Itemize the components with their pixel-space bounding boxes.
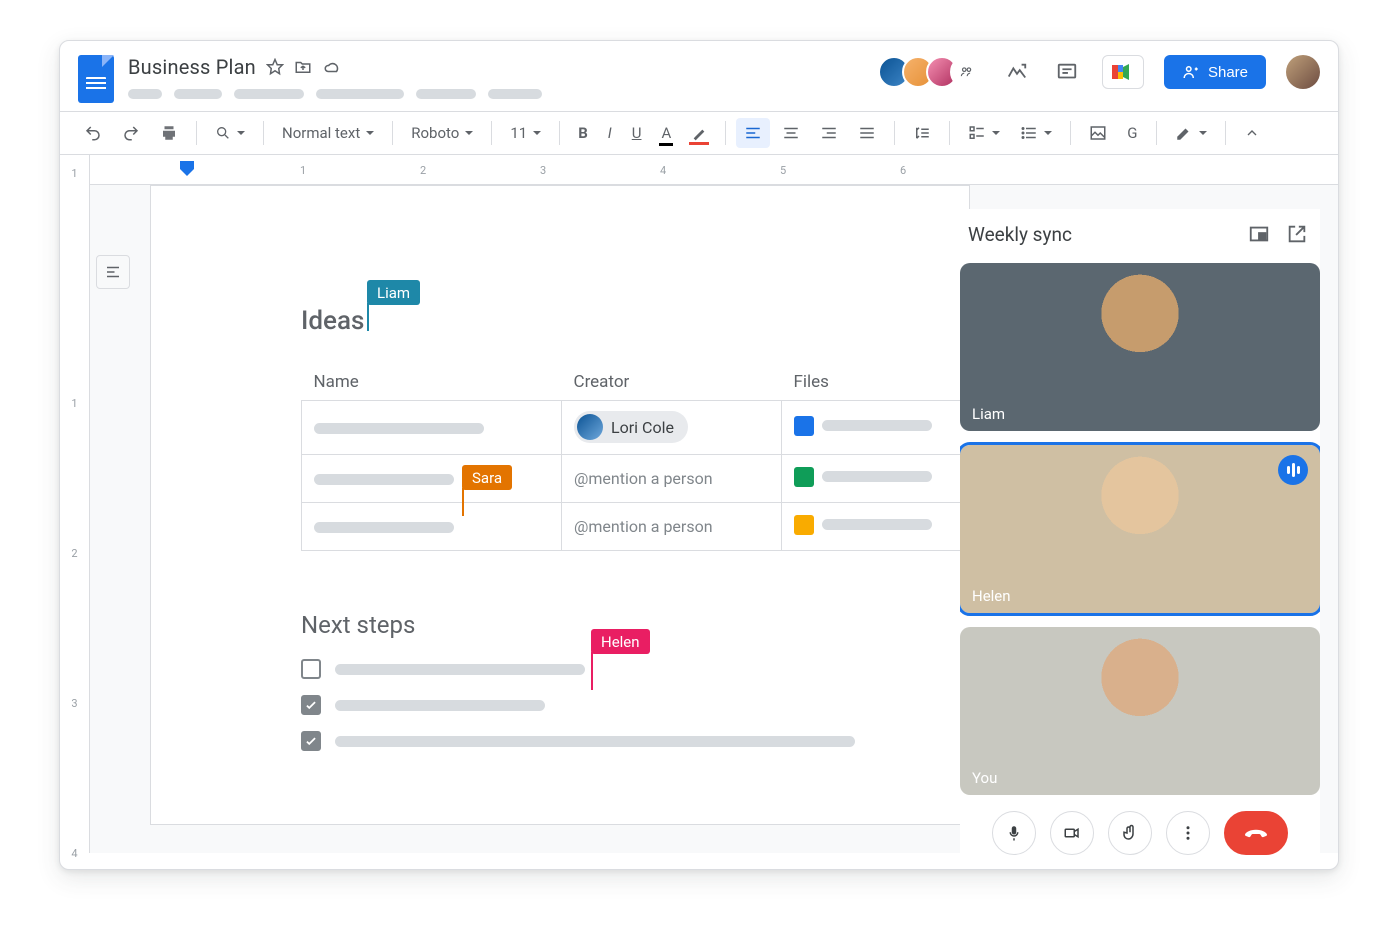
outline-toggle-button[interactable] (96, 255, 130, 289)
bullet-list-button[interactable] (1012, 118, 1060, 148)
highlight-button[interactable] (683, 119, 715, 147)
col-creator: Creator (562, 372, 782, 401)
font-size-dropdown[interactable]: 11 (502, 118, 549, 148)
vertical-ruler: 1 1 2 3 4 (60, 155, 90, 853)
more-options-button[interactable] (1166, 811, 1210, 855)
pip-icon[interactable] (1244, 219, 1274, 249)
video-tile[interactable]: Helen (960, 445, 1320, 613)
print-button[interactable] (152, 118, 186, 148)
text-color-button[interactable]: A (653, 118, 679, 148)
checklist-item[interactable] (301, 695, 909, 715)
checkbox-checked-icon[interactable] (301, 731, 321, 751)
redo-button[interactable] (114, 118, 148, 148)
video-tile[interactable]: You (960, 627, 1320, 795)
file-chip-doc[interactable] (794, 416, 932, 436)
menu-bar[interactable] (128, 89, 542, 99)
meet-icon (1109, 60, 1133, 84)
format-toolbar: Normal text Roboto 11 B I U A G (60, 111, 1338, 155)
col-name: Name (302, 372, 562, 401)
undo-button[interactable] (76, 118, 110, 148)
document-page[interactable]: Liam Ideas Name Creator Files Lori Cole (150, 185, 970, 825)
table-row[interactable]: Lori Cole (302, 401, 981, 455)
editing-mode-dropdown[interactable] (1167, 118, 1215, 148)
camera-button[interactable] (1050, 811, 1094, 855)
tile-label: Liam (972, 405, 1005, 423)
align-justify-button[interactable] (850, 118, 884, 148)
cloud-status-icon[interactable] (322, 58, 342, 76)
checkbox-unchecked-icon[interactable] (301, 659, 321, 679)
cursor-flag-liam: Liam (367, 280, 420, 331)
mention-placeholder[interactable]: @mention a person (562, 455, 782, 503)
insert-link-button[interactable]: G (1119, 118, 1145, 148)
document-title[interactable]: Business Plan (128, 55, 256, 79)
underline-button[interactable]: U (624, 118, 650, 148)
tile-label: You (972, 769, 997, 787)
docs-app-window: Business Plan (59, 40, 1339, 870)
line-spacing-button[interactable] (905, 118, 939, 148)
collapse-toolbar-button[interactable] (1236, 119, 1268, 147)
collaborator-avatars[interactable] (878, 56, 982, 88)
meet-panel: Weekly sync Liam Helen You (960, 209, 1320, 859)
table-row[interactable]: @mention a person (302, 503, 981, 551)
activity-icon[interactable] (1002, 57, 1032, 87)
table-row[interactable]: Sara @mention a person (302, 455, 981, 503)
col-files: Files (782, 372, 981, 401)
horizontal-ruler: 1 2 3 4 5 6 (90, 155, 1338, 185)
italic-button[interactable]: I (600, 118, 620, 148)
meet-title-dropdown[interactable]: Weekly sync (968, 223, 1078, 246)
zoom-dropdown[interactable] (207, 119, 253, 147)
file-chip-sheet[interactable] (794, 467, 932, 487)
share-button[interactable]: Share (1164, 55, 1266, 89)
raise-hand-button[interactable] (1108, 811, 1152, 855)
meet-controls (960, 795, 1320, 859)
meet-dropdown[interactable] (1102, 55, 1144, 89)
insert-image-button[interactable] (1081, 118, 1115, 148)
cursor-flag-helen: Helen (591, 629, 650, 690)
bold-button[interactable]: B (570, 118, 596, 148)
mic-button[interactable] (992, 811, 1036, 855)
align-right-button[interactable] (812, 118, 846, 148)
video-tile[interactable]: Liam (960, 263, 1320, 431)
star-icon[interactable] (266, 58, 284, 76)
mention-placeholder[interactable]: @mention a person (562, 503, 782, 551)
font-dropdown[interactable]: Roboto (403, 118, 481, 148)
file-chip-slide[interactable] (794, 515, 932, 535)
share-icon (1182, 63, 1200, 81)
hangup-button[interactable] (1224, 811, 1288, 855)
title-column: Business Plan (128, 53, 542, 99)
speaking-indicator-icon (1278, 455, 1308, 485)
docs-logo-icon[interactable] (78, 55, 114, 103)
account-avatar[interactable] (1286, 55, 1320, 89)
checklist-button[interactable] (960, 118, 1008, 148)
popout-icon[interactable] (1282, 219, 1312, 249)
collaborator-more-icon[interactable] (950, 56, 982, 88)
tile-label: Helen (972, 587, 1011, 605)
checkbox-checked-icon[interactable] (301, 695, 321, 715)
titlebar: Business Plan (60, 41, 1338, 111)
person-chip[interactable]: Lori Cole (574, 411, 688, 443)
style-dropdown[interactable]: Normal text (274, 118, 382, 148)
cursor-flag-sara: Sara (462, 465, 512, 516)
ideas-table: Name Creator Files Lori Cole (301, 372, 981, 551)
align-center-button[interactable] (774, 118, 808, 148)
align-left-button[interactable] (736, 118, 770, 148)
share-label: Share (1208, 64, 1248, 81)
checklist-item[interactable] (301, 731, 909, 751)
move-folder-icon[interactable] (294, 58, 312, 76)
comments-icon[interactable] (1052, 57, 1082, 87)
indent-marker-icon[interactable] (180, 161, 194, 177)
